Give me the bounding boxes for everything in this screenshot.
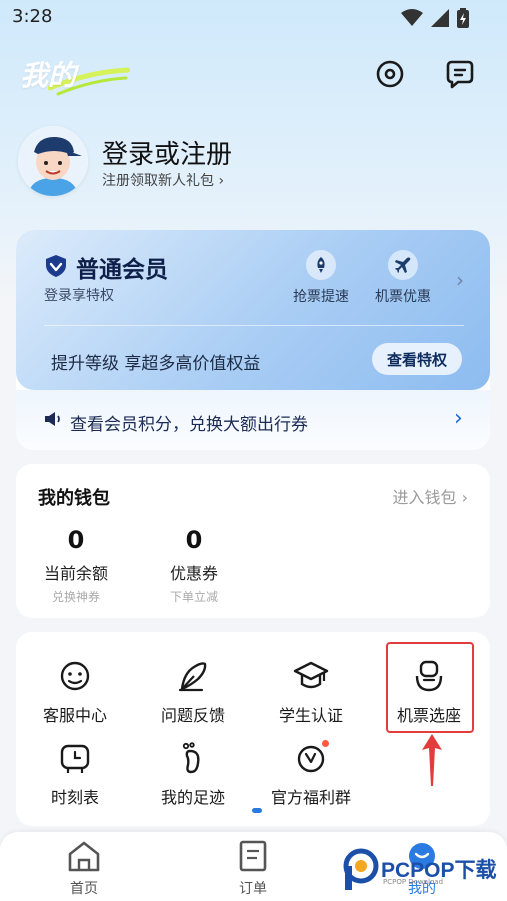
- services-grid: 客服中心 问题反馈 学生认证 机票选座 时刻表 我的足迹 官方福利群: [16, 632, 490, 826]
- perk-ticket-speedup[interactable]: 抢票提速: [286, 250, 356, 306]
- service-label: 时刻表: [50, 788, 99, 807]
- wallet-label: 优惠券: [169, 564, 218, 583]
- home-icon: [68, 841, 100, 872]
- order-icon: [239, 840, 267, 872]
- points-text: 查看会员积分，兑换大额出行券: [70, 415, 308, 435]
- service-footprints[interactable]: 我的足迹: [134, 738, 252, 808]
- wallet-sub: 兑换神券: [51, 590, 100, 604]
- settings-button[interactable]: [374, 58, 406, 90]
- perk-label: 抢票提速: [293, 289, 349, 305]
- wallet-sub: 下单立减: [169, 590, 218, 604]
- chevron-right-icon[interactable]: ›: [454, 406, 463, 431]
- watermark-logo-icon: [343, 848, 379, 890]
- notification-dot: [322, 740, 329, 747]
- perk-label: 机票优惠: [375, 289, 431, 305]
- status-bar: 3:28: [0, 0, 507, 34]
- service-welfare-group[interactable]: 官方福利群: [252, 738, 370, 808]
- settings-icon: [376, 60, 404, 88]
- avatar-cartoon-icon: [18, 126, 88, 196]
- view-perks-button[interactable]: 查看特权: [372, 343, 462, 375]
- footprint-icon: [182, 742, 200, 774]
- speaker-icon: [45, 412, 60, 426]
- page-title: 我的: [20, 59, 77, 92]
- avatar[interactable]: [18, 126, 88, 196]
- status-icons: [401, 8, 469, 28]
- airplane-icon: [395, 257, 411, 273]
- service-feedback[interactable]: 问题反馈: [134, 656, 252, 726]
- service-label: 学生认证: [278, 706, 343, 725]
- vip-shield-icon: [46, 255, 66, 277]
- member-subtitle: 登录享特权: [44, 288, 114, 304]
- graduation-cap-icon: [293, 661, 329, 689]
- nav-label: 订单: [239, 881, 267, 897]
- clock-icon: [60, 744, 90, 773]
- annotation-arrow: [422, 734, 442, 786]
- new-user-gift-link[interactable]: 注册领取新人礼包 ›: [102, 170, 224, 190]
- message-button[interactable]: [444, 58, 476, 90]
- wallet-card: 我的钱包 进入钱包 › 0 当前余额 兑换神券 0 优惠券 下单立减: [16, 464, 490, 618]
- wallet-title: 我的钱包: [38, 488, 110, 509]
- wallet-value: 0: [67, 526, 85, 554]
- battery-icon: [457, 8, 469, 28]
- watermark: PCPOP下载 PCPOP Download: [343, 848, 503, 896]
- member-card[interactable]: 普通会员 登录享特权 抢票提速 机票优惠 › 提升等级 享超多高价值权益 查看特…: [16, 230, 490, 390]
- service-label: 机票选座: [396, 706, 461, 725]
- service-label: 问题反馈: [160, 706, 225, 725]
- service-label: 官方福利群: [270, 788, 351, 807]
- wallet-label: 当前余额: [43, 564, 108, 583]
- feedback-icon: [178, 662, 207, 692]
- service-seat-selection[interactable]: 机票选座: [370, 656, 488, 726]
- service-student-verify[interactable]: 学生认证: [252, 656, 370, 726]
- message-icon: [446, 60, 474, 89]
- member-section: 普通会员 登录享特权 抢票提速 机票优惠 › 提升等级 享超多高价值权益 查看特…: [16, 230, 490, 450]
- watermark-sub: PCPOP Download: [383, 878, 444, 886]
- signal-icon: [431, 9, 449, 27]
- wifi-icon: [401, 9, 423, 26]
- page-indicator: [252, 808, 262, 813]
- customer-service-icon: [60, 661, 90, 691]
- status-time: 3:28: [12, 6, 53, 27]
- wallet-balance[interactable]: 0 当前余额 兑换神券: [16, 526, 136, 605]
- seat-icon: [415, 660, 443, 692]
- service-label: 客服中心: [42, 706, 107, 725]
- member-chevron-right-icon[interactable]: ›: [456, 268, 464, 292]
- login-register-title[interactable]: 登录或注册: [102, 134, 232, 171]
- wallet-coupons[interactable]: 0 优惠券 下单立减: [134, 526, 254, 605]
- service-timetable[interactable]: 时刻表: [16, 738, 134, 808]
- points-bar[interactable]: 查看会员积分，兑换大额出行券 ›: [16, 390, 490, 450]
- service-label: 我的足迹: [160, 788, 225, 807]
- nav-orders[interactable]: 订单: [213, 840, 293, 898]
- nav-label: 首页: [70, 881, 98, 897]
- perk-flight-discount[interactable]: 机票优惠: [368, 250, 438, 306]
- nav-home[interactable]: 首页: [44, 840, 124, 898]
- upgrade-text: 提升等级 享超多高价值权益: [51, 354, 261, 374]
- wallet-value: 0: [185, 526, 203, 554]
- member-divider: [44, 325, 464, 326]
- member-level-title: 普通会员: [76, 257, 168, 283]
- enter-wallet-link[interactable]: 进入钱包 ›: [393, 484, 469, 508]
- service-customer-center[interactable]: 客服中心: [16, 656, 134, 726]
- rocket-icon: [317, 257, 325, 273]
